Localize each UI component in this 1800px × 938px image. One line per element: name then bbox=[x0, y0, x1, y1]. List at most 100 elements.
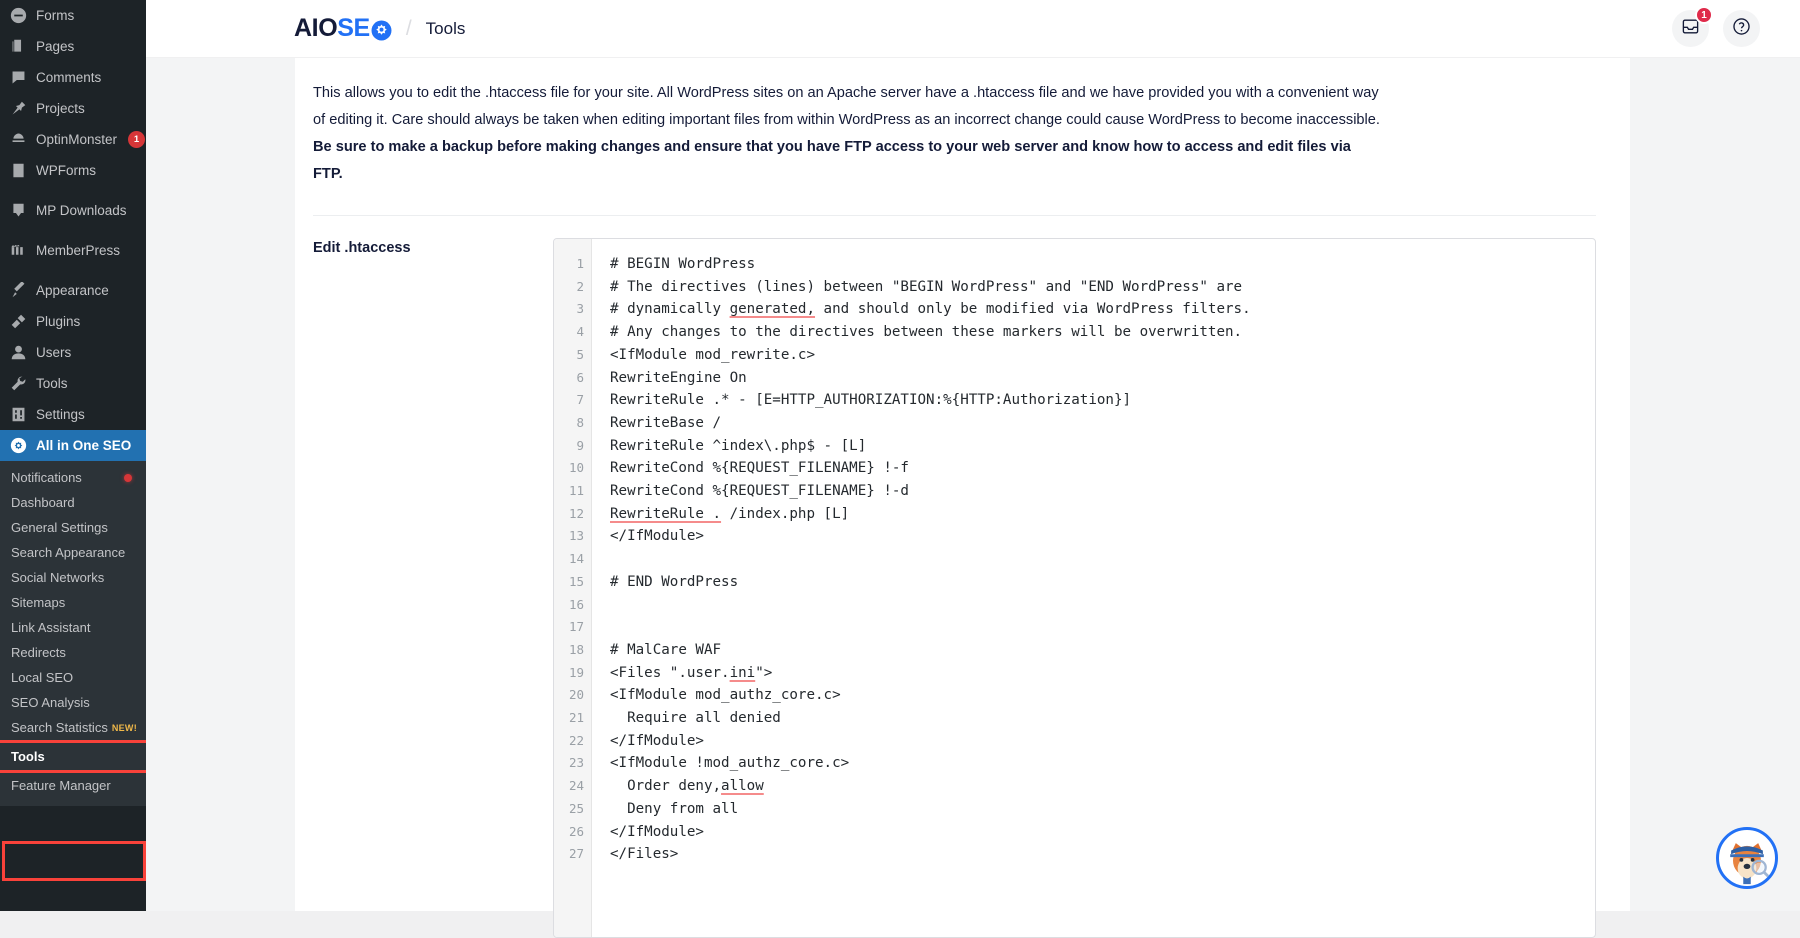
line-number: 4 bbox=[554, 321, 591, 344]
code-line[interactable]: RewriteEngine On bbox=[610, 367, 1595, 390]
line-number: 25 bbox=[554, 798, 591, 821]
code-content[interactable]: # BEGIN WordPress# The directives (lines… bbox=[592, 239, 1595, 937]
code-line[interactable]: Deny from all bbox=[610, 798, 1595, 821]
line-number: 12 bbox=[554, 503, 591, 526]
code-line[interactable]: RewriteRule ^index\.php$ - [L] bbox=[610, 435, 1595, 458]
spellcheck-underline: ini bbox=[730, 665, 756, 681]
line-number: 10 bbox=[554, 457, 591, 480]
submenu-label: Notifications bbox=[11, 470, 82, 485]
sidebar-item-memberpress[interactable]: MemberPress bbox=[0, 235, 146, 266]
code-line[interactable] bbox=[610, 548, 1595, 571]
code-line[interactable]: <IfModule !mod_authz_core.c> bbox=[610, 752, 1595, 775]
code-line[interactable] bbox=[610, 616, 1595, 639]
sidebar-item-mp-downloads[interactable]: MP Downloads bbox=[0, 195, 146, 226]
wordpress-admin-sidebar[interactable]: Forms Pages Comments Projects OptinMonst… bbox=[0, 0, 146, 911]
sidebar-separator bbox=[0, 226, 146, 235]
intro-text: This allows you to edit the .htaccess fi… bbox=[313, 85, 1380, 128]
code-line[interactable]: # dynamically generated, and should only… bbox=[610, 298, 1595, 321]
sidebar-separator bbox=[0, 186, 146, 195]
intro-paragraph: This allows you to edit the .htaccess fi… bbox=[313, 80, 1383, 188]
sidebar-item-appearance[interactable]: Appearance bbox=[0, 275, 146, 306]
submenu-item-notifications[interactable]: Notifications bbox=[0, 465, 146, 490]
line-number: 23 bbox=[554, 752, 591, 775]
code-line[interactable]: <IfModule mod_authz_core.c> bbox=[610, 684, 1595, 707]
submenu-item-feature-manager[interactable]: Feature Manager bbox=[0, 773, 146, 798]
aioseo-submenu[interactable]: Notifications Dashboard General Settings… bbox=[0, 461, 146, 806]
line-number: 8 bbox=[554, 412, 591, 435]
sidebar-item-tools[interactable]: Tools bbox=[0, 368, 146, 399]
submenu-item-redirects[interactable]: Redirects bbox=[0, 640, 146, 665]
submenu-item-general-settings[interactable]: General Settings bbox=[0, 515, 146, 540]
code-line[interactable]: <IfModule mod_rewrite.c> bbox=[610, 344, 1595, 367]
sidebar-item-optinmonster[interactable]: OptinMonster 1 bbox=[0, 124, 146, 155]
sidebar-item-users[interactable]: Users bbox=[0, 337, 146, 368]
sidebar-item-settings[interactable]: Settings bbox=[0, 399, 146, 430]
submenu-item-tools[interactable]: Tools bbox=[0, 740, 146, 773]
line-number: 1 bbox=[554, 253, 591, 276]
sidebar-item-comments[interactable]: Comments bbox=[0, 62, 146, 93]
aioseo-mascot-button[interactable] bbox=[1716, 827, 1778, 889]
line-number: 5 bbox=[554, 344, 591, 367]
code-line[interactable] bbox=[610, 594, 1595, 617]
sidebar-item-label: MP Downloads bbox=[36, 204, 127, 218]
sidebar-item-forms[interactable]: Forms bbox=[0, 0, 146, 31]
submenu-item-dashboard[interactable]: Dashboard bbox=[0, 490, 146, 515]
code-line[interactable]: RewriteBase / bbox=[610, 412, 1595, 435]
submenu-label: Search Appearance bbox=[11, 545, 125, 560]
sidebar-badge-optinmonster: 1 bbox=[128, 131, 145, 148]
sidebar-item-projects[interactable]: Projects bbox=[0, 93, 146, 124]
code-line[interactable]: # BEGIN WordPress bbox=[610, 253, 1595, 276]
sidebar-item-all-in-one-seo[interactable]: All in One SEO bbox=[0, 430, 146, 461]
sidebar-item-plugins[interactable]: Plugins bbox=[0, 306, 146, 337]
code-line[interactable]: Require all denied bbox=[610, 707, 1595, 730]
submenu-item-search-statistics[interactable]: Search Statistics NEW! bbox=[0, 715, 146, 740]
code-line[interactable]: </IfModule> bbox=[610, 821, 1595, 844]
logo-text-seo: SE bbox=[337, 14, 370, 43]
code-line[interactable]: Order deny,allow bbox=[610, 775, 1595, 798]
line-number: 16 bbox=[554, 594, 591, 617]
submenu-label: Tools bbox=[11, 749, 45, 764]
code-line[interactable]: RewriteCond %{REQUEST_FILENAME} !-d bbox=[610, 480, 1595, 503]
submenu-item-seo-analysis[interactable]: SEO Analysis bbox=[0, 690, 146, 715]
line-number: 19 bbox=[554, 662, 591, 685]
code-line[interactable]: RewriteRule .* - [E=HTTP_AUTHORIZATION:%… bbox=[610, 389, 1595, 412]
htaccess-code-editor[interactable]: 1234567891011121314151617181920212223242… bbox=[553, 238, 1596, 938]
field-label: Edit .htaccess bbox=[313, 238, 553, 938]
submenu-item-local-seo[interactable]: Local SEO bbox=[0, 665, 146, 690]
code-line[interactable]: # The directives (lines) between "BEGIN … bbox=[610, 276, 1595, 299]
wrench-icon bbox=[9, 374, 28, 393]
sidebar-item-pages[interactable]: Pages bbox=[0, 31, 146, 62]
sidebar-item-wpforms[interactable]: WPForms bbox=[0, 155, 146, 186]
forms-icon bbox=[9, 6, 28, 25]
line-number: 13 bbox=[554, 525, 591, 548]
code-line[interactable]: </Files> bbox=[610, 843, 1595, 866]
code-line[interactable]: RewriteCond %{REQUEST_FILENAME} !-f bbox=[610, 457, 1595, 480]
code-line[interactable]: # Any changes to the directives between … bbox=[610, 321, 1595, 344]
breadcrumb-separator: / bbox=[406, 17, 412, 41]
code-line[interactable]: <Files ".user.ini"> bbox=[610, 662, 1595, 685]
spellcheck-underline: generated, bbox=[730, 301, 815, 317]
submenu-item-sitemaps[interactable]: Sitemaps bbox=[0, 590, 146, 615]
code-line[interactable]: # MalCare WAF bbox=[610, 639, 1595, 662]
help-button[interactable] bbox=[1723, 10, 1760, 47]
submenu-item-social-networks[interactable]: Social Networks bbox=[0, 565, 146, 590]
sliders-icon bbox=[9, 405, 28, 424]
submenu-item-link-assistant[interactable]: Link Assistant bbox=[0, 615, 146, 640]
submenu-item-search-appearance[interactable]: Search Appearance bbox=[0, 540, 146, 565]
code-line[interactable]: </IfModule> bbox=[610, 525, 1595, 548]
sidebar-item-label: OptinMonster bbox=[36, 133, 117, 147]
header-actions: 1 bbox=[1672, 10, 1760, 47]
aioseo-logo[interactable]: AIOSE bbox=[294, 14, 392, 43]
line-number: 11 bbox=[554, 480, 591, 503]
submenu-label: Link Assistant bbox=[11, 620, 91, 635]
pages-icon bbox=[9, 37, 28, 56]
inbox-button[interactable]: 1 bbox=[1672, 10, 1709, 47]
memberpress-icon bbox=[9, 241, 28, 260]
spellcheck-underline: allow bbox=[721, 778, 764, 794]
line-number: 3 bbox=[554, 298, 591, 321]
code-line[interactable]: # END WordPress bbox=[610, 571, 1595, 594]
code-line[interactable]: </IfModule> bbox=[610, 730, 1595, 753]
submenu-label: Local SEO bbox=[11, 670, 73, 685]
line-number: 26 bbox=[554, 821, 591, 844]
code-line[interactable]: RewriteRule . /index.php [L] bbox=[610, 503, 1595, 526]
